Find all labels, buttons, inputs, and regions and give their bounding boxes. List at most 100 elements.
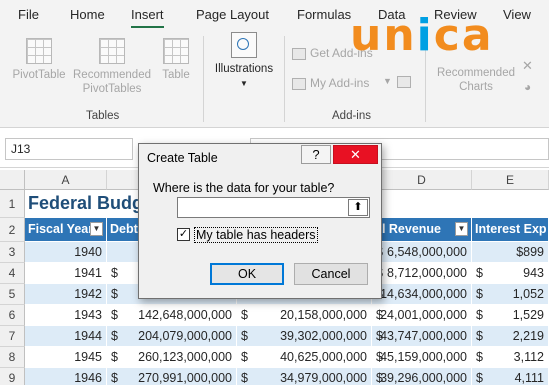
cell-value: 1943 [74, 308, 102, 322]
table-header-cell[interactable]: Fiscal Year ▼ [25, 218, 107, 242]
column-header-d[interactable]: D [372, 170, 472, 190]
table-cell[interactable]: $204,079,000,000 [107, 326, 237, 347]
recommended-charts-button[interactable]: Recommended Charts [430, 66, 522, 94]
column-header-e[interactable]: E [472, 170, 549, 190]
cell-value: 204,079,000,000 [138, 329, 232, 343]
column-header-a[interactable]: A [25, 170, 107, 190]
chevron-down-icon: ▼ [240, 79, 248, 88]
table-cell[interactable]: $43,747,000,000 [372, 326, 472, 347]
tables-group-label: Tables [86, 110, 120, 122]
range-input[interactable]: ⬆ [177, 197, 370, 218]
row-header[interactable]: 1 [0, 190, 25, 218]
cell-value: 39,296,000,000 [380, 371, 467, 385]
table-cell[interactable]: 1944 [25, 326, 107, 347]
table-cell[interactable]: $943 [472, 263, 549, 284]
table-cell[interactable]: 1940 [25, 242, 107, 263]
currency-symbol: $ [476, 371, 483, 385]
currency-symbol: $ [111, 371, 118, 385]
table-header-cell[interactable]: al Revenue ▼ [372, 218, 472, 242]
currency-symbol: $ [241, 371, 248, 385]
cell-value: 43,747,000,000 [380, 329, 467, 343]
menu-formulas[interactable]: Formulas [297, 7, 351, 22]
row-header[interactable]: 2 [0, 218, 25, 242]
menu-insert[interactable]: Insert [131, 7, 164, 28]
table-cell[interactable]: $270,991,000,000 [107, 368, 237, 385]
ribbon-separator [203, 36, 204, 122]
table-cell[interactable]: $40,625,000,000 [237, 347, 372, 368]
header-label: Debt [110, 222, 138, 236]
headers-checkbox-label[interactable]: My table has headers [194, 227, 318, 243]
cell-value: 270,991,000,000 [138, 371, 232, 385]
cell-value: 1946 [74, 371, 102, 385]
menu-file[interactable]: File [18, 7, 39, 22]
table-cell[interactable]: $45,159,000,000 [372, 347, 472, 368]
cell-value: 1944 [74, 329, 102, 343]
table-cell[interactable]: $1,052 [472, 284, 549, 305]
cell-value: 8,712,000,000 [387, 266, 467, 280]
cell-value: 45,159,000,000 [380, 350, 467, 364]
select-all-corner[interactable] [0, 170, 25, 190]
headers-checkbox[interactable]: ✓ [177, 228, 190, 241]
table-cell[interactable]: $1,529 [472, 305, 549, 326]
cell-value: $899 [516, 245, 544, 259]
pivottable-button[interactable]: PivotTable [8, 38, 70, 82]
ok-button[interactable]: OK [210, 263, 284, 285]
table-cell[interactable]: $20,158,000,000 [237, 305, 372, 326]
row-header[interactable]: 5 [0, 284, 25, 305]
table-cell[interactable]: $2,219 [472, 326, 549, 347]
table-cell[interactable]: 1942 [25, 284, 107, 305]
row-header[interactable]: 6 [0, 305, 25, 326]
name-box[interactable]: J13 [5, 138, 133, 160]
table-cell[interactable]: $14,634,000,000 [372, 284, 472, 305]
cell-value: 142,648,000,000 [138, 308, 232, 322]
table-cell[interactable]: $24,001,000,000 [372, 305, 472, 326]
help-button[interactable]: ? [301, 145, 331, 164]
illustrations-button[interactable]: Illustrations ▼ [208, 32, 280, 91]
menu-view[interactable]: View [503, 7, 531, 22]
table-icon [163, 38, 189, 64]
chart-type-icon[interactable]: ✕ [522, 58, 533, 74]
row-header[interactable]: 4 [0, 263, 25, 284]
menu-home[interactable]: Home [70, 7, 105, 22]
currency-symbol: $ [476, 350, 483, 364]
logo-text-2: i [416, 10, 434, 61]
table-header-cell[interactable]: Interest Exp [472, 218, 549, 242]
table-cell[interactable]: $8,712,000,000 [372, 263, 472, 284]
row-header[interactable]: 8 [0, 347, 25, 368]
table-cell[interactable]: $34,979,000,000 [237, 368, 372, 385]
table-cell[interactable]: $899 [472, 242, 549, 263]
table-cell[interactable]: $142,648,000,000 [107, 305, 237, 326]
my-addins-dropdown-icon[interactable]: ▼ [383, 76, 392, 86]
close-button[interactable]: ✕ [333, 145, 378, 164]
currency-symbol: $ [241, 350, 248, 364]
row-header[interactable]: 7 [0, 326, 25, 347]
cancel-button[interactable]: Cancel [294, 263, 368, 285]
row-header[interactable]: 3 [0, 242, 25, 263]
table-button[interactable]: Table [156, 38, 196, 82]
currency-symbol: $ [111, 329, 118, 343]
filter-dropdown-icon[interactable]: ▼ [455, 222, 468, 236]
table-cell[interactable]: 1946 [25, 368, 107, 385]
table-cell[interactable]: $39,302,000,000 [237, 326, 372, 347]
row-header[interactable]: 9 [0, 368, 25, 385]
table-cell[interactable]: 1941 [25, 263, 107, 284]
table-cell[interactable]: $4,111 [472, 368, 549, 385]
cell-value: 943 [523, 266, 544, 280]
table-cell[interactable]: $39,296,000,000 [372, 368, 472, 385]
table-cell[interactable]: $3,112 [472, 347, 549, 368]
currency-symbol: $ [476, 308, 483, 322]
menu-page-layout[interactable]: Page Layout [196, 7, 269, 22]
table-cell[interactable]: $6,548,000,000 [372, 242, 472, 263]
currency-symbol: $ [476, 266, 483, 280]
cell-value: 1,529 [512, 308, 544, 322]
table-cell[interactable]: 1943 [25, 305, 107, 326]
addins-extra-icon[interactable] [397, 74, 415, 88]
pie-chart-icon[interactable]: ◕ [524, 80, 531, 94]
table-cell[interactable]: $260,123,000,000 [107, 347, 237, 368]
collapse-dialog-icon[interactable]: ⬆ [348, 199, 368, 216]
filter-dropdown-icon[interactable]: ▼ [90, 222, 103, 236]
cell-value: 4,111 [514, 371, 544, 385]
my-addins-button[interactable]: My Add-ins [292, 76, 369, 90]
recommended-pivottables-button[interactable]: Recommended PivotTables [70, 38, 154, 96]
table-cell[interactable]: 1945 [25, 347, 107, 368]
